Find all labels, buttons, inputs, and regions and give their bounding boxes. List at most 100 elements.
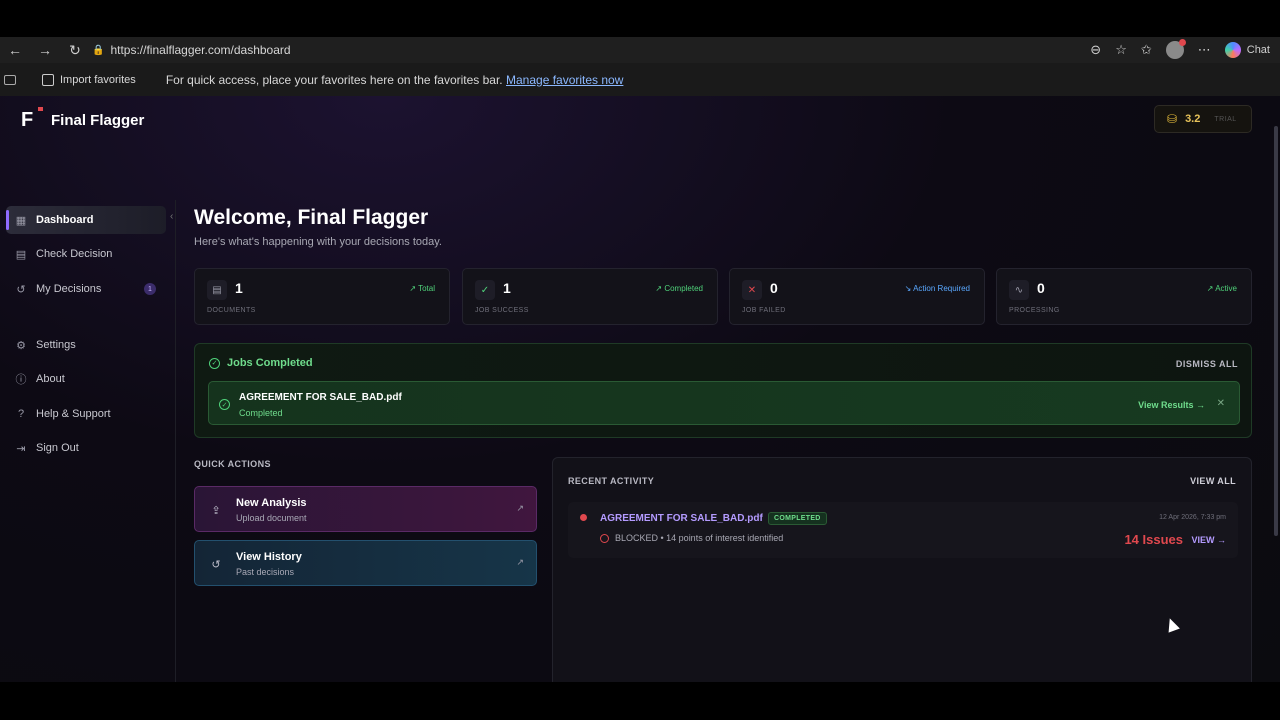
stat-value: 0 (1037, 280, 1045, 296)
stat-trend-text: Active (1215, 284, 1237, 293)
app-root: F Final Flagger ⛁ 3.2 TRIAL ▦ Dashboard … (0, 96, 1280, 682)
stat-card-processing: ∿ 0 PROCESSING ↗ Active (996, 268, 1252, 325)
manage-favorites-link[interactable]: Manage favorites now (506, 73, 623, 87)
job-file-name: AGREEMENT FOR SALE_BAD.pdf (239, 392, 402, 403)
copilot-icon (1224, 42, 1241, 58)
quick-action-title: New Analysis (236, 497, 307, 509)
plan-tier: TRIAL (1214, 115, 1237, 123)
credits-badge[interactable]: ⛁ 3.2 TRIAL (1154, 105, 1252, 133)
check-circle-icon: ✓ (209, 357, 220, 369)
activity-description: BLOCKED • 14 points of interest identifi… (615, 533, 784, 543)
sidebar-item-dashboard[interactable]: ▦ Dashboard (6, 206, 166, 234)
window-top (0, 0, 1280, 37)
view-activity-button[interactable]: VIEW → (1191, 535, 1226, 545)
close-icon[interactable]: ✕ (1217, 398, 1225, 409)
page-title: Welcome, Final Flagger (194, 206, 429, 229)
zoom-icon[interactable]: ⊖ (1090, 42, 1101, 58)
stat-trend-text: Total (418, 284, 435, 293)
stat-label: DOCUMENTS (207, 307, 256, 314)
address-bar: ← → ↻ 🔒 https://finalflagger.com/dashboa… (0, 37, 1280, 63)
sidebar-item-label: About (36, 373, 65, 385)
stat-value: 1 (235, 280, 243, 296)
favorites-bar: Import favorites For quick access, place… (0, 63, 1280, 96)
favorite-star-icon[interactable]: ☆ (1115, 42, 1127, 58)
page-subtitle: Here's what's happening with your decisi… (194, 236, 442, 248)
status-dot (580, 514, 587, 521)
stat-label: JOB SUCCESS (475, 307, 529, 314)
import-favorites-button[interactable]: Import favorites (42, 73, 136, 86)
gear-icon: ⚙ (16, 339, 26, 352)
sidebar-item-check-decision[interactable]: ▤ Check Decision (6, 240, 166, 268)
document-icon: ▤ (15, 248, 27, 261)
activity-icon: ∿ (1009, 280, 1029, 300)
profile-avatar[interactable] (1165, 39, 1186, 59)
sidebar: ▦ Dashboard ▤ Check Decision ↺ My Decisi… (0, 200, 176, 682)
check-circle-icon: ✓ (475, 280, 495, 300)
status-badge: COMPLETED (768, 512, 827, 525)
url-field[interactable]: 🔒 https://finalflagger.com/dashboard (92, 42, 291, 58)
quick-action-subtitle: Past decisions (236, 567, 295, 577)
stat-value: 0 (770, 280, 778, 296)
recent-activity-panel: RECENT ACTIVITY VIEW ALL AGREEMENT FOR S… (552, 457, 1252, 682)
collapse-sidebar-icon[interactable]: ‹ (170, 211, 173, 222)
sidebar-item-label: Check Decision (36, 248, 113, 260)
reload-icon[interactable]: ↻ (60, 37, 90, 63)
back-icon[interactable]: ← (0, 37, 30, 63)
arrow-up-right-icon: ↗ (516, 503, 524, 513)
tab-icon[interactable] (4, 74, 16, 85)
page-scrollbar[interactable] (1274, 126, 1278, 536)
logo[interactable]: F Final Flagger (21, 107, 144, 132)
sidebar-item-label: Dashboard (36, 214, 94, 226)
sidebar-item-my-decisions[interactable]: ↺ My Decisions 1 (6, 275, 166, 303)
document-icon: ▤ (207, 280, 227, 300)
jobs-title-text: Jobs Completed (227, 357, 313, 369)
x-circle-icon: ✕ (742, 280, 762, 300)
stat-trend: ↗ Total (409, 284, 435, 293)
sidebar-item-about[interactable]: ⓘ About (6, 365, 166, 393)
stat-trend: ↗ Completed (655, 284, 703, 293)
logo-mark: F (21, 107, 43, 132)
stat-card-job-success: ✓ 1 JOB SUCCESS ↗ Completed (462, 268, 718, 325)
stat-label: PROCESSING (1009, 307, 1060, 314)
quick-action-title: View History (236, 551, 302, 563)
sidebar-item-label: My Decisions (36, 283, 102, 295)
help-icon: ? (17, 408, 25, 420)
issues-count: 14 Issues (1124, 532, 1183, 547)
activity-row[interactable]: AGREEMENT FOR SALE_BAD.pdf COMPLETED BLO… (568, 502, 1238, 558)
new-analysis-button[interactable]: ⇪ New Analysis Upload document ↗ (194, 486, 537, 532)
view-results-button[interactable]: View Results → (1138, 400, 1205, 410)
upload-icon: ⇪ (211, 504, 221, 517)
chat-button[interactable]: Chat (1224, 42, 1270, 58)
sidebar-item-settings[interactable]: ⚙ Settings (6, 331, 166, 359)
arrow-up-right-icon: ↗ (516, 557, 524, 567)
grid-icon: ▦ (15, 214, 27, 227)
favorites-icon[interactable]: ✩ (1141, 42, 1152, 58)
stat-trend-text: Completed (664, 284, 703, 293)
activity-file-name[interactable]: AGREEMENT FOR SALE_BAD.pdf (600, 513, 763, 524)
history-icon: ↺ (16, 283, 26, 296)
stat-trend-text: Action Required (913, 284, 970, 293)
history-icon: ↺ (211, 558, 221, 571)
job-row: ✓ AGREEMENT FOR SALE_BAD.pdf Completed V… (208, 381, 1240, 425)
stat-card-job-failed: ✕ 0 JOB FAILED ↘ Action Required (729, 268, 985, 325)
lock-icon: 🔒 (92, 44, 105, 56)
sidebar-item-sign-out[interactable]: ⇥ Sign Out (6, 434, 166, 462)
check-circle-icon: ✓ (219, 399, 230, 410)
sidebar-item-label: Help & Support (36, 408, 111, 420)
sidebar-item-label: Settings (36, 339, 76, 351)
favorites-message-text: For quick access, place your favorites h… (165, 72, 503, 87)
blocked-icon (600, 534, 609, 543)
forward-icon[interactable]: → (30, 37, 60, 63)
url-text: https://finalflagger.com/dashboard (110, 43, 291, 57)
view-history-button[interactable]: ↺ View History Past decisions ↗ (194, 540, 537, 586)
dismiss-all-button[interactable]: DISMISS ALL (1176, 359, 1238, 369)
sidebar-item-help[interactable]: ? Help & Support (6, 400, 166, 428)
view-all-button[interactable]: VIEW ALL (1190, 476, 1236, 486)
import-favorites-label: Import favorites (60, 73, 136, 86)
more-icon[interactable]: ⋯ (1198, 42, 1211, 58)
sign-out-icon: ⇥ (16, 442, 26, 455)
favorites-message: For quick access, place your favorites h… (166, 73, 624, 87)
decisions-count-badge: 1 (144, 283, 156, 295)
jobs-completed-panel: ✓ Jobs Completed DISMISS ALL ✓ AGREEMENT… (194, 343, 1252, 438)
credit-value: 3.2 (1185, 113, 1201, 125)
